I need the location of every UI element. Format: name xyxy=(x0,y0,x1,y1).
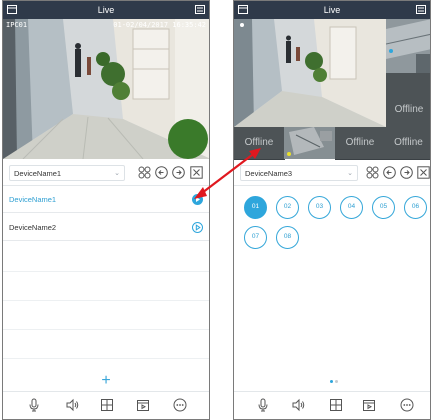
top-bar: Live xyxy=(3,1,209,19)
device-list-item[interactable]: DeviceName2 xyxy=(3,214,209,241)
channel-button-08[interactable]: 08 xyxy=(276,226,299,249)
layout-grid-icon[interactable] xyxy=(138,166,151,179)
more-icon[interactable] xyxy=(400,398,414,412)
screen-title: Live xyxy=(97,5,115,15)
offline-label: Offline xyxy=(394,137,423,148)
page-dot-active xyxy=(330,380,333,383)
play-icon[interactable] xyxy=(192,194,203,205)
empty-list-row xyxy=(3,300,209,330)
video-tile-3[interactable]: Offline xyxy=(386,73,430,128)
video-tile-1[interactable] xyxy=(234,19,387,127)
channel-button-06[interactable]: 06 xyxy=(404,196,427,219)
camera-feed-image xyxy=(3,19,209,159)
left-phone-screen: Live IPC01 01-02/04/2017 16:35:42 Device… xyxy=(2,0,210,420)
bottom-toolbar xyxy=(3,391,209,419)
speaker-icon[interactable] xyxy=(291,398,305,412)
camera-label: IPC01 xyxy=(6,21,28,29)
device-label: DeviceName1 xyxy=(9,195,57,204)
offline-label: Offline xyxy=(345,137,375,148)
video-tile-4[interactable]: Offline xyxy=(234,127,285,160)
more-icon[interactable] xyxy=(173,398,187,412)
camera-feed-image xyxy=(284,127,335,159)
right-phone-screen: Live Offline Offline Offline Offline Dev… xyxy=(233,0,431,420)
channel-button-02[interactable]: 02 xyxy=(276,196,299,219)
playback-icon[interactable] xyxy=(136,398,150,412)
previous-icon[interactable] xyxy=(155,166,168,179)
page-dot xyxy=(335,380,338,383)
bottom-toolbar xyxy=(234,391,430,419)
video-tile-5[interactable] xyxy=(284,127,336,159)
empty-list-row xyxy=(3,242,209,272)
menu-icon[interactable] xyxy=(238,5,248,14)
camera-feed-image xyxy=(386,19,430,73)
device-list-item[interactable]: DeviceName1 xyxy=(3,186,209,213)
close-icon[interactable] xyxy=(417,166,430,179)
channel-button-03[interactable]: 03 xyxy=(308,196,331,219)
chevron-down-icon: ⌄ xyxy=(347,170,353,177)
empty-list-row xyxy=(3,271,209,301)
menu-icon[interactable] xyxy=(7,5,17,14)
grid-icon[interactable] xyxy=(100,398,114,412)
close-icon[interactable] xyxy=(190,166,203,179)
top-bar: Live xyxy=(234,1,430,19)
device-label: DeviceName2 xyxy=(9,223,57,232)
previous-icon[interactable] xyxy=(383,166,396,179)
offline-label: Offline xyxy=(394,104,424,115)
channel-button-04[interactable]: 04 xyxy=(340,196,363,219)
device-select-value: DeviceName3 xyxy=(245,169,293,178)
device-select[interactable]: DeviceName1 ⌄ xyxy=(9,165,125,181)
screen-title: Live xyxy=(323,5,341,15)
settings-icon[interactable] xyxy=(416,5,426,14)
speaker-icon[interactable] xyxy=(65,398,79,412)
next-icon[interactable] xyxy=(172,166,185,179)
record-indicator xyxy=(240,23,244,27)
channel-button-07[interactable]: 07 xyxy=(244,226,267,249)
channel-button-05[interactable]: 05 xyxy=(372,196,395,219)
channel-button-01[interactable]: 01 xyxy=(244,196,267,219)
timestamp-overlay: 01-02/04/2017 16:35:42 xyxy=(113,21,206,29)
device-control-row: DeviceName1 ⌄ xyxy=(3,161,209,186)
device-select-value: DeviceName1 xyxy=(14,169,62,178)
page-indicator xyxy=(330,380,340,384)
settings-icon[interactable] xyxy=(195,5,205,14)
video-tile-2[interactable] xyxy=(386,19,430,73)
next-icon[interactable] xyxy=(400,166,413,179)
device-select[interactable]: DeviceName3 ⌄ xyxy=(240,165,358,181)
microphone-icon[interactable] xyxy=(27,398,41,412)
status-dot xyxy=(389,49,393,53)
live-video-view[interactable]: IPC01 01-02/04/2017 16:35:42 xyxy=(3,19,209,159)
offline-label: Offline xyxy=(244,137,274,148)
add-device-button[interactable]: + xyxy=(3,373,209,389)
video-tile-6[interactable]: Offline xyxy=(335,127,386,160)
chevron-down-icon: ⌄ xyxy=(114,170,120,177)
empty-list-row xyxy=(3,329,209,359)
microphone-icon[interactable] xyxy=(256,398,270,412)
layout-grid-icon[interactable] xyxy=(366,166,379,179)
play-icon[interactable] xyxy=(192,222,203,233)
video-tile-7[interactable]: Offline xyxy=(385,127,430,160)
playback-icon[interactable] xyxy=(362,398,376,412)
grid-icon[interactable] xyxy=(329,398,343,412)
device-control-row: DeviceName3 ⌄ xyxy=(234,161,430,186)
status-dot xyxy=(287,152,291,156)
camera-feed-image xyxy=(234,19,386,127)
